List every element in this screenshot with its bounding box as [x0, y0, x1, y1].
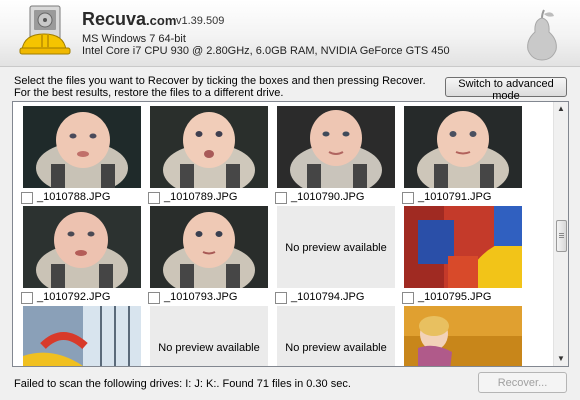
no-preview-label: No preview available: [158, 342, 260, 354]
file-checkbox[interactable]: [275, 192, 287, 204]
thumbnail-baby-photo: [23, 106, 141, 188]
grip-line: [559, 233, 564, 234]
thumbnail-baby-photo: [150, 106, 268, 188]
scroll-up-icon[interactable]: ▲: [554, 102, 568, 116]
instruction-line-2: For the best results, restore the files …: [14, 87, 284, 99]
thumbnail-bouncy-castle-photo: [404, 206, 522, 288]
hardware-info: Intel Core i7 CPU 930 @ 2.80GHz, 6.0GB R…: [82, 45, 450, 57]
no-preview-label: No preview available: [285, 242, 387, 254]
file-checkbox[interactable]: [21, 192, 33, 204]
app-name-text: Recuva: [82, 9, 147, 29]
thumbnail-grid: _1010788.JPG _1010789.JPG _1010790.JPG _…: [13, 102, 553, 366]
file-name: _1010795.JPG: [418, 291, 492, 303]
file-name: _1010792.JPG: [37, 291, 111, 303]
app-name: Recuva.com: [82, 9, 176, 30]
file-name: _1010794.JPG: [291, 291, 365, 303]
thumbnail-slide-photo: [23, 306, 141, 366]
recuva-logo-icon: [19, 5, 71, 55]
file-name: _1010793.JPG: [164, 291, 238, 303]
thumbnail-placeholder: No preview available: [277, 206, 395, 288]
header-banner: Recuva.com v1.39.509 MS Windows 7 64-bit…: [0, 0, 580, 67]
recuva-window: Recuva.com v1.39.509 MS Windows 7 64-bit…: [0, 0, 580, 400]
switch-to-advanced-button[interactable]: Switch to advanced mode: [445, 77, 567, 102]
file-name: _1010789.JPG: [164, 191, 238, 203]
file-checkbox[interactable]: [21, 292, 33, 304]
file-checkbox[interactable]: [148, 192, 160, 204]
version-label: v1.39.509: [176, 15, 225, 27]
file-thumbnail-panel: _1010788.JPG _1010789.JPG _1010790.JPG _…: [12, 101, 569, 367]
file-checkbox[interactable]: [402, 192, 414, 204]
file-checkbox[interactable]: [402, 292, 414, 304]
file-checkbox[interactable]: [275, 292, 287, 304]
grip-line: [559, 237, 564, 238]
thumbnail-baby-photo: [150, 206, 268, 288]
file-name: _1010791.JPG: [418, 191, 492, 203]
pear-logo-icon: [527, 9, 557, 61]
app-suffix: .com: [146, 13, 177, 28]
file-checkbox[interactable]: [148, 292, 160, 304]
instruction-line-1: Select the files you want to Recover by …: [14, 75, 426, 87]
scroll-down-icon[interactable]: ▼: [554, 352, 568, 366]
thumbnail-baby-photo: [404, 106, 522, 188]
os-info: MS Windows 7 64-bit: [82, 33, 186, 45]
thumbnail-placeholder: No preview available: [277, 306, 395, 366]
vertical-scrollbar[interactable]: ▲ ▼: [553, 102, 568, 366]
scrollbar-thumb[interactable]: [556, 220, 567, 252]
thumbnail-baby-photo: [23, 206, 141, 288]
file-name: _1010790.JPG: [291, 191, 365, 203]
no-preview-label: No preview available: [285, 342, 387, 354]
grip-line: [559, 235, 564, 236]
status-text: Failed to scan the following drives: I: …: [14, 378, 351, 390]
thumbnail-baby-photo: [277, 106, 395, 188]
thumbnail-child-photo: [404, 306, 522, 366]
file-name: _1010788.JPG: [37, 191, 111, 203]
recover-button[interactable]: Recover...: [478, 372, 567, 393]
instructions: Select the files you want to Recover by …: [14, 75, 426, 99]
thumbnail-placeholder: No preview available: [150, 306, 268, 366]
